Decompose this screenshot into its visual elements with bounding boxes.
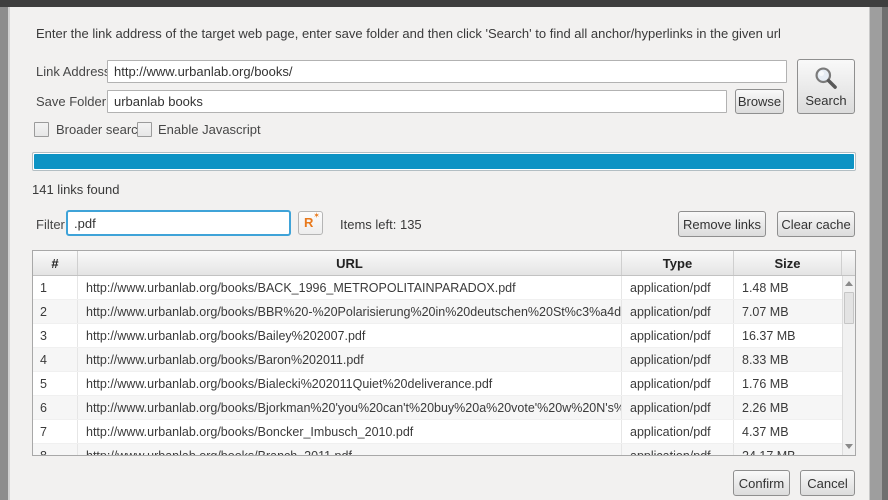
broader-search-checkbox[interactable] (34, 122, 49, 137)
links-table: # URL Type Size 1 http://www.urbanlab.or… (32, 250, 856, 456)
column-header-type[interactable]: Type (622, 251, 734, 275)
progress-fill (34, 154, 854, 169)
regex-icon: R (304, 215, 314, 230)
row-number-cell: 3 (33, 324, 78, 347)
table-scrollbar[interactable] (842, 276, 855, 455)
confirm-button[interactable]: Confirm (733, 470, 790, 496)
row-type-cell: application/pdf (622, 300, 734, 323)
row-size-cell: 2.26 MB (742, 400, 789, 415)
progress-bar (32, 152, 856, 171)
links-found-status: 141 links found (32, 182, 120, 197)
link-address-label: Link Address (36, 64, 111, 79)
row-url-cell: http://www.urbanlab.org/books/Bailey%202… (78, 324, 622, 347)
clear-cache-button[interactable]: Clear cache (777, 211, 855, 237)
table-row[interactable]: 7 http://www.urbanlab.org/books/Boncker_… (33, 420, 855, 444)
regex-star-icon: ✶ (313, 211, 320, 220)
filter-label: Filter (36, 217, 65, 232)
row-url-cell: http://www.urbanlab.org/books/Baron%2020… (78, 348, 622, 371)
row-number-cell: 5 (33, 372, 78, 395)
window-top-edge (0, 0, 888, 7)
table-body: 1 http://www.urbanlab.org/books/BACK_199… (33, 276, 855, 455)
table-row[interactable]: 8 http://www.urbanlab.org/books/Branch_2… (33, 444, 855, 455)
column-header-number[interactable]: # (33, 251, 78, 275)
column-header-scrollbar-spacer (842, 251, 855, 275)
row-url-cell: http://www.urbanlab.org/books/Bialecki%2… (78, 372, 622, 395)
broader-search-label: Broader search (56, 122, 145, 137)
save-folder-input[interactable] (107, 90, 727, 113)
table-row[interactable]: 6 http://www.urbanlab.org/books/Bjorkman… (33, 396, 855, 420)
filter-input[interactable] (66, 210, 291, 236)
scroll-up-icon[interactable] (843, 276, 855, 291)
row-type-cell: application/pdf (622, 324, 734, 347)
browse-button[interactable]: Browse (735, 89, 784, 114)
table-row[interactable]: 5 http://www.urbanlab.org/books/Bialecki… (33, 372, 855, 396)
save-folder-label: Save Folder (36, 94, 107, 109)
row-size-cell: 8.33 MB (742, 352, 789, 367)
row-url-cell: http://www.urbanlab.org/books/Bjorkman%2… (78, 396, 622, 419)
row-size-cell: 4.37 MB (742, 424, 789, 439)
scroll-down-icon[interactable] (843, 439, 855, 454)
row-number-cell: 8 (33, 444, 78, 455)
row-size-cell: 1.48 MB (742, 280, 789, 295)
instruction-text: Enter the link address of the target web… (36, 26, 781, 41)
row-size-cell: 7.07 MB (742, 304, 789, 319)
row-type-cell: application/pdf (622, 348, 734, 371)
table-row[interactable]: 2 http://www.urbanlab.org/books/BBR%20-%… (33, 300, 855, 324)
remove-links-button[interactable]: Remove links (678, 211, 766, 237)
row-type-cell: application/pdf (622, 420, 734, 443)
row-url-cell: http://www.urbanlab.org/books/Branch_201… (78, 444, 622, 455)
enable-javascript-label: Enable Javascript (158, 122, 261, 137)
search-button-label: Search (805, 93, 847, 108)
row-number-cell: 6 (33, 396, 78, 419)
cancel-button[interactable]: Cancel (800, 470, 855, 496)
column-header-size[interactable]: Size (734, 251, 842, 275)
scrollbar-thumb[interactable] (844, 292, 854, 324)
window-left-edge (0, 7, 10, 500)
window-right-edge (882, 7, 888, 500)
table-row[interactable]: 1 http://www.urbanlab.org/books/BACK_199… (33, 276, 855, 300)
row-url-cell: http://www.urbanlab.org/books/Boncker_Im… (78, 420, 622, 443)
table-row[interactable]: 4 http://www.urbanlab.org/books/Baron%20… (33, 348, 855, 372)
row-type-cell: application/pdf (622, 396, 734, 419)
table-row[interactable]: 3 http://www.urbanlab.org/books/Bailey%2… (33, 324, 855, 348)
link-address-input[interactable] (107, 60, 787, 83)
magnifier-icon (813, 65, 839, 91)
regex-toggle-button[interactable]: R ✶ (298, 211, 323, 235)
row-url-cell: http://www.urbanlab.org/books/BBR%20-%20… (78, 300, 622, 323)
table-header: # URL Type Size (33, 251, 855, 276)
window-scrollbar[interactable] (869, 7, 882, 500)
row-number-cell: 7 (33, 420, 78, 443)
row-url-cell: http://www.urbanlab.org/books/BACK_1996_… (78, 276, 622, 299)
row-size-cell: 24.17 MB (734, 444, 842, 456)
link-grabber-dialog: Enter the link address of the target web… (0, 0, 888, 500)
items-left-status: Items left: 135 (340, 217, 422, 232)
enable-javascript-checkbox[interactable] (137, 122, 152, 137)
column-header-url[interactable]: URL (78, 251, 622, 275)
row-size-cell: 16.37 MB (742, 328, 796, 343)
row-number-cell: 1 (33, 276, 78, 299)
row-size-cell: 1.76 MB (742, 376, 789, 391)
row-type-cell: application/pdf (622, 444, 734, 455)
row-type-cell: application/pdf (622, 276, 734, 299)
row-number-cell: 2 (33, 300, 78, 323)
row-type-cell: application/pdf (622, 372, 734, 395)
row-number-cell: 4 (33, 348, 78, 371)
search-button[interactable]: Search (797, 59, 855, 114)
